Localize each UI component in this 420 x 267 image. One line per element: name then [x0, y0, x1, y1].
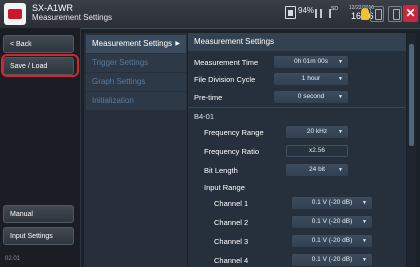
display-toggle-button[interactable]	[370, 6, 384, 22]
section-divider	[188, 107, 406, 108]
channel-1-range-dropdown[interactable]: 0.1 V (-20 dB) ▼	[292, 197, 372, 209]
dropdown-arrow-icon: ▼	[338, 167, 343, 173]
bit-length-label: Bit Length	[204, 166, 238, 175]
measurement-time-dropdown[interactable]: 0h 01m 00s ▼	[274, 56, 348, 68]
close-button[interactable]: ✕	[403, 5, 418, 22]
file-division-value: 1 hour	[301, 75, 321, 82]
frequency-range-dropdown[interactable]: 20 kHz ▼	[286, 126, 348, 138]
frequency-range-value: 20 kHz	[306, 128, 328, 135]
category-label: Measurement Settings	[92, 39, 173, 48]
frequency-ratio-label: Frequency Ratio	[204, 147, 260, 156]
channel-1-label: Channel 1	[214, 199, 249, 208]
pretime-label: Pre-time	[194, 93, 223, 102]
sd-card-label: SD	[331, 6, 338, 12]
channel-3-label: Channel 3	[214, 237, 249, 246]
category-initialization[interactable]: Initialization	[86, 92, 186, 110]
panel-header: Measurement Settings	[188, 33, 406, 51]
chevron-right-icon: ▶	[175, 41, 180, 47]
tag-icon[interactable]	[361, 8, 369, 20]
channel-4-range-value: 0.1 V (-20 dB)	[311, 256, 353, 263]
channel-2-range-dropdown[interactable]: 0.1 V (-20 dB) ▼	[292, 216, 372, 228]
dropdown-arrow-icon: ▼	[362, 257, 367, 263]
input-range-label: Input Range	[204, 183, 245, 192]
channel-2-label: Channel 2	[214, 218, 249, 227]
scrollbar-thumb[interactable]	[409, 44, 414, 146]
app-logo	[4, 3, 26, 25]
app-subtitle: Measurement Settings	[32, 13, 113, 22]
signal-icon	[315, 9, 331, 18]
highlight-outline	[1, 54, 79, 77]
manual-button[interactable]: Manual	[3, 205, 74, 223]
frequency-ratio-value: x2.56	[286, 145, 348, 157]
channel-2-range-value: 0.1 V (-20 dB)	[311, 218, 353, 225]
bit-length-dropdown[interactable]: 24 bit ▼	[286, 164, 348, 176]
page-number: 02.01	[5, 256, 21, 262]
measurement-time-value: 0h 01m 00s	[294, 58, 328, 65]
pretime-value: 0 second	[297, 93, 325, 100]
channel-4-label: Channel 4	[214, 256, 249, 265]
frequency-range-label: Frequency Range	[204, 128, 264, 137]
file-division-label: File Division Cycle	[194, 75, 256, 84]
channel-3-range-dropdown[interactable]: 0.1 V (-20 dB) ▼	[292, 235, 372, 247]
measurement-time-label: Measurement Time	[194, 58, 259, 67]
bit-length-value: 24 bit	[309, 166, 325, 173]
sd-card-icon: SD	[331, 6, 345, 18]
file-division-dropdown[interactable]: 1 hour ▼	[274, 73, 348, 85]
category-measurement-settings[interactable]: Measurement Settings ▶	[86, 35, 186, 53]
back-button[interactable]: < Back	[3, 35, 74, 53]
dropdown-arrow-icon: ▼	[362, 200, 367, 206]
device-button[interactable]	[388, 6, 402, 22]
dropdown-arrow-icon: ▼	[362, 238, 367, 244]
category-trigger-settings[interactable]: Trigger Settings	[86, 54, 186, 72]
dropdown-arrow-icon: ▼	[362, 219, 367, 225]
app-title: SX-A1WR	[32, 3, 74, 13]
section-title: B4-01	[194, 112, 215, 121]
dropdown-arrow-icon: ▼	[338, 94, 343, 100]
battery-level: 94%	[298, 6, 315, 15]
dropdown-arrow-icon: ▼	[338, 129, 343, 135]
category-graph-settings[interactable]: Graph Settings	[86, 73, 186, 91]
channel-1-range-value: 0.1 V (-20 dB)	[311, 199, 353, 206]
channel-3-range-value: 0.1 V (-20 dB)	[311, 237, 353, 244]
pretime-dropdown[interactable]: 0 second ▼	[274, 91, 348, 103]
title-bar: SX-A1WR Measurement Settings 94% SD 12/2…	[0, 0, 420, 29]
channel-4-range-dropdown[interactable]: 0.1 V (-20 dB) ▼	[292, 254, 372, 266]
dropdown-arrow-icon: ▼	[338, 76, 343, 82]
dropdown-arrow-icon: ▼	[338, 59, 343, 65]
input-settings-button[interactable]: Input Settings	[3, 227, 74, 245]
battery-icon	[285, 6, 296, 19]
